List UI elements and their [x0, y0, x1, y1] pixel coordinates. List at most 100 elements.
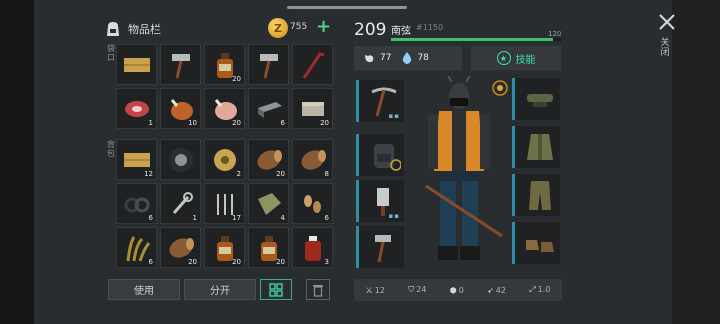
item-count: 20 [320, 119, 329, 127]
durability-dots: ▪▪ [388, 112, 400, 120]
speed-stat: ➶ 42 [487, 285, 506, 295]
body-slot[interactable] [512, 126, 560, 168]
backpack-slot[interactable]: 12 [116, 139, 157, 180]
shield-icon: ⛉ [408, 285, 415, 294]
sort-grid-button[interactable] [260, 279, 292, 300]
quick-slot[interactable]: 10 [160, 88, 201, 129]
inventory-title: 物品栏 [128, 23, 161, 36]
backpack-slot[interactable] [160, 139, 201, 180]
item-count: 6 [148, 214, 153, 222]
skills-button[interactable]: ★ 技能 [471, 46, 561, 70]
quick-slot[interactable]: 6 [248, 88, 289, 129]
skills-label: 技能 [515, 54, 536, 66]
backpack-slot[interactable]: 1 [160, 183, 201, 224]
durability-dots: ▪▪ [388, 212, 400, 220]
item-count: 20 [188, 258, 197, 266]
stomach-icon [365, 55, 374, 63]
backpack-grid: 12 2 20 8 6 1 17 4 6 6 20 20 20 3 [116, 139, 333, 268]
right-margin [672, 0, 720, 324]
hammer-icon [260, 54, 278, 79]
item-count: 6 [280, 119, 285, 127]
quick-slots-grid: 20 1 10 20 6 20 [116, 44, 333, 129]
item-count: 6 [148, 258, 153, 266]
item-count: 8 [324, 170, 329, 178]
weapon-slot-tertiary[interactable] [356, 226, 404, 268]
legs-slot[interactable] [512, 174, 560, 216]
helmet-icon: ⬢ [449, 285, 457, 295]
quick-slot[interactable]: 20 [204, 88, 245, 129]
backpack-slot[interactable]: 2 [204, 139, 245, 180]
backpack-equip-icon [374, 144, 401, 171]
water-drop-icon [403, 52, 412, 64]
backpack-slot[interactable]: 3 [292, 227, 333, 268]
multiplier-stat: ⤢ 1.0 [529, 285, 551, 294]
item-count: 20 [232, 75, 241, 83]
item-count: 2 [236, 170, 241, 178]
defense-stat: ⬢ 0 [449, 285, 464, 295]
hammer-icon [172, 54, 190, 79]
left-margin [0, 0, 34, 324]
jar-icon [305, 236, 321, 261]
trash-icon [313, 284, 323, 297]
add-coins-button[interactable]: + [316, 16, 331, 37]
trash-button[interactable] [306, 279, 330, 300]
item-count: 20 [232, 119, 241, 127]
xp-max: 120 [548, 30, 562, 38]
use-button[interactable]: 使用 [108, 279, 180, 300]
backpack-slot[interactable]: 6 [116, 183, 157, 224]
tire-icon [169, 148, 193, 172]
seeds-icon [304, 195, 321, 213]
backpack-section-label: 背包 [107, 140, 115, 158]
backpack-slot[interactable]: 20 [248, 227, 289, 268]
backpack-slot[interactable]: 6 [292, 183, 333, 224]
quick-slot[interactable] [248, 44, 289, 85]
quick-slot[interactable] [116, 44, 157, 85]
item-count: 1 [148, 119, 153, 127]
item-count: 20 [232, 258, 241, 266]
item-count: 20 [276, 258, 285, 266]
headband-icon [527, 94, 553, 107]
backpack-slot[interactable]: 6 [116, 227, 157, 268]
player-level: 209 [354, 20, 387, 40]
coin-icon: Z [268, 18, 288, 38]
quick-slot[interactable] [292, 44, 333, 85]
quick-slot[interactable]: 20 [204, 44, 245, 85]
star-icon: ★ [496, 51, 511, 65]
weapon-slot-primary[interactable]: ▪▪ [356, 80, 404, 122]
feet-slot[interactable] [512, 222, 560, 264]
coil-icon [124, 197, 150, 213]
split-button[interactable]: 分开 [184, 279, 256, 300]
backpack-slot[interactable]: 20 [204, 227, 245, 268]
xp-fill [391, 38, 553, 41]
xp-bar [391, 38, 561, 41]
character-model [425, 76, 503, 260]
quick-slot[interactable] [160, 44, 201, 85]
item-count: 6 [324, 214, 329, 222]
head-slot[interactable] [512, 78, 560, 120]
weapon-slot-secondary[interactable]: ▪▪ [356, 180, 404, 222]
player-id: #1150 [416, 23, 444, 32]
sword-icon: ⚔ [365, 285, 373, 295]
backpack-slot[interactable]: 20 [248, 139, 289, 180]
grass-icon [126, 236, 151, 262]
quick-slot[interactable]: 1 [116, 88, 157, 129]
cloth-icon [258, 193, 281, 215]
backpack-slot[interactable]: 17 [204, 183, 245, 224]
item-count: 1 [192, 214, 197, 222]
drag-handle[interactable] [287, 6, 407, 9]
close-icon[interactable] [657, 12, 677, 32]
close-label[interactable]: 关闭 [660, 38, 670, 58]
item-count: 10 [188, 119, 197, 127]
backpack-slot[interactable]: 20 [160, 227, 201, 268]
backpack-slot[interactable]: 8 [292, 139, 333, 180]
badge-icon[interactable] [492, 80, 508, 96]
quick-slot[interactable]: 20 [292, 88, 333, 129]
pants-icon [529, 181, 551, 210]
backpack-slot[interactable] [356, 134, 404, 176]
backpack-slot[interactable]: 4 [248, 183, 289, 224]
inventory-header: 物品栏 Z 755 + [104, 16, 334, 40]
wood-planks-icon [124, 58, 150, 72]
item-count: 20 [276, 170, 285, 178]
log-icon [301, 150, 326, 170]
crowbar-icon [302, 52, 325, 79]
